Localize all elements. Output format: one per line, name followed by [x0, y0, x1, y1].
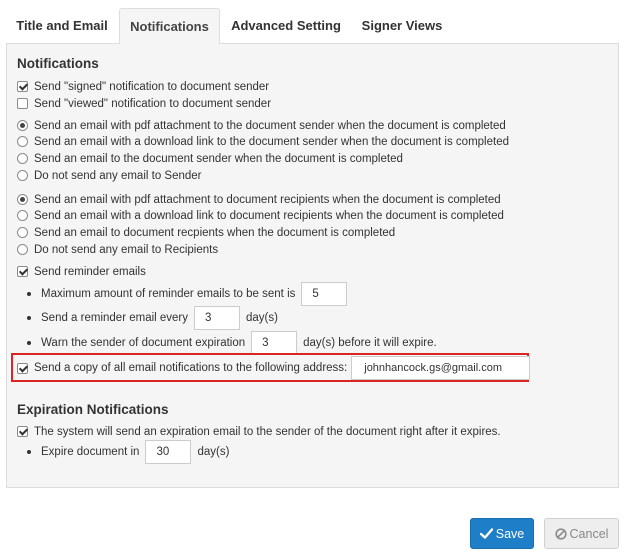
sender-option-radio[interactable]: [17, 120, 28, 131]
ban-icon: [554, 527, 567, 540]
recipient-option-label: Send an email with pdf attachment to doc…: [34, 193, 501, 206]
sender-option-row: Do not send any email to Sender: [17, 167, 202, 184]
sender-option-row: Send an email with a download link to th…: [17, 133, 509, 150]
warn-expiration-input[interactable]: 3: [251, 331, 298, 355]
reminder-max-row: Maximum amount of reminder emails to be …: [7, 282, 353, 306]
recipient-option-radio[interactable]: [17, 227, 28, 238]
expire-document-input[interactable]: 30: [145, 440, 192, 464]
sender-option-radio[interactable]: [17, 170, 28, 181]
expire-document-row: Expire document in 30 day(s): [7, 440, 229, 464]
check-icon: [479, 528, 493, 539]
copy-email-row: Send a copy of all email notifications t…: [17, 356, 531, 380]
bullet: [27, 341, 31, 345]
recipient-option-radio[interactable]: [17, 244, 28, 255]
reminder-max-input[interactable]: 5: [301, 282, 348, 306]
recipient-option-row: Send an email with a download link to do…: [17, 207, 504, 224]
cancel-button-label: Cancel: [569, 526, 609, 541]
tab-bar: Title and Email Notifications Advanced S…: [6, 8, 619, 45]
sender-option-label: Send an email with a download link to th…: [34, 135, 509, 148]
notifications-heading: Notifications: [17, 56, 99, 71]
sender-option-radio[interactable]: [17, 136, 28, 147]
copy-email-input[interactable]: johnhancock.gs@gmail.com: [351, 356, 531, 380]
expiration-email-row: The system will send an expiration email…: [17, 423, 501, 440]
bullet: [27, 292, 31, 296]
expire-document-label: Expire document in: [41, 446, 140, 458]
sender-option-label: Send an email with pdf attachment to the…: [34, 119, 506, 132]
recipient-option-radio[interactable]: [17, 194, 28, 205]
expiration-email-checkbox[interactable]: [17, 426, 28, 437]
sender-option-label: Send an email to the document sender whe…: [34, 152, 403, 165]
recipient-option-label: Send an email with a download link to do…: [34, 209, 504, 222]
reminder-every-label: Send a reminder email every: [41, 312, 189, 324]
viewed-notification-label: Send "viewed" notification to document s…: [34, 97, 272, 110]
expire-document-unit: day(s): [197, 446, 230, 458]
recipient-option-row: Do not send any email to Recipients: [17, 241, 218, 258]
bullet: [27, 316, 31, 320]
notifications-panel: Notifications Send "signed" notification…: [6, 44, 619, 488]
sender-option-label: Do not send any email to Sender: [34, 169, 202, 182]
save-button-label: Save: [495, 526, 525, 541]
reminder-emails-row: Send reminder emails: [17, 263, 146, 280]
reminder-every-row: Send a reminder email every 3 day(s): [7, 306, 278, 330]
tab-signer-views[interactable]: Signer Views: [352, 8, 452, 44]
warn-expiration-row: Warn the sender of document expiration 3…: [7, 331, 437, 355]
recipient-option-row: Send an email with pdf attachment to doc…: [17, 191, 501, 208]
warn-expiration-label: Warn the sender of document expiration: [41, 337, 246, 349]
warn-expiration-unit: day(s) before it will expire.: [303, 337, 437, 349]
cancel-button[interactable]: Cancel: [544, 518, 619, 549]
reminder-emails-label: Send reminder emails: [34, 265, 146, 278]
recipient-option-radio[interactable]: [17, 210, 28, 221]
viewed-notification-checkbox[interactable]: [17, 98, 28, 109]
save-button[interactable]: Save: [470, 518, 534, 549]
reminder-every-unit: day(s): [246, 312, 278, 324]
reminder-every-input[interactable]: 3: [194, 306, 241, 330]
tab-notifications[interactable]: Notifications: [119, 8, 220, 45]
recipient-option-label: Send an email to document recpients when…: [34, 226, 396, 239]
sender-option-row: Send an email with pdf attachment to the…: [17, 117, 506, 134]
tab-advanced-setting[interactable]: Advanced Setting: [222, 8, 350, 44]
copy-email-checkbox[interactable]: [17, 362, 28, 374]
signed-notification-checkbox[interactable]: [17, 81, 28, 92]
sender-option-row: Send an email to the document sender whe…: [17, 150, 403, 167]
viewed-notification-row: Send "viewed" notification to document s…: [17, 95, 271, 112]
expiration-heading: Expiration Notifications: [17, 402, 169, 417]
expiration-email-label: The system will send an expiration email…: [34, 425, 501, 438]
bullet: [27, 450, 31, 454]
signed-notification-row: Send "signed" notification to document s…: [17, 78, 269, 95]
reminder-max-label: Maximum amount of reminder emails to be …: [41, 288, 296, 300]
copy-email-label: Send a copy of all email notifications t…: [34, 362, 348, 374]
tab-title-and-email[interactable]: Title and Email: [6, 8, 118, 44]
signed-notification-label: Send "signed" notification to document s…: [34, 80, 270, 93]
reminder-emails-checkbox[interactable]: [17, 266, 28, 277]
sender-option-radio[interactable]: [17, 153, 28, 164]
recipient-option-row: Send an email to document recpients when…: [17, 224, 395, 241]
recipient-option-label: Do not send any email to Recipients: [34, 243, 219, 256]
